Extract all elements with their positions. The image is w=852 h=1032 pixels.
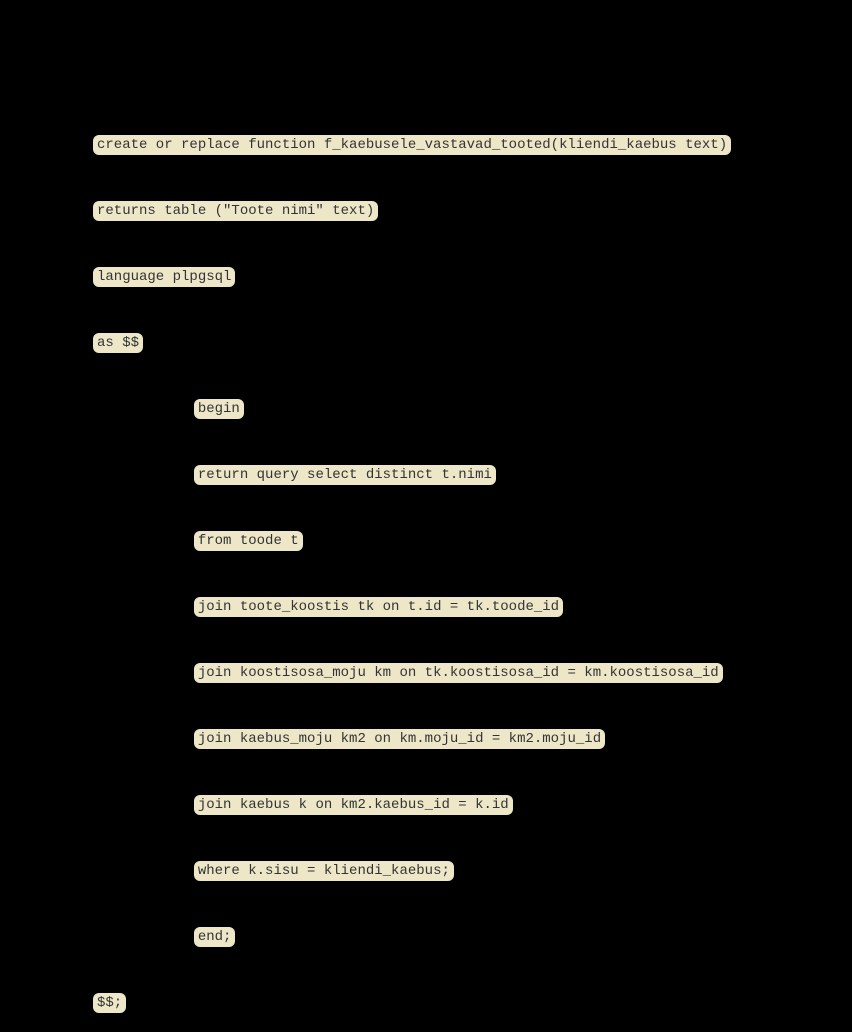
indent — [93, 728, 194, 750]
code-line: join kaebus_moju km2 on km.moju_id = km2… — [93, 728, 731, 750]
code-line: where k.sisu = kliendi_kaebus; — [93, 860, 731, 882]
code-line: language plpgsql — [93, 266, 731, 288]
code-line: return query select distinct t.nimi — [93, 464, 731, 486]
indent — [93, 926, 194, 948]
code-text: from toode t — [194, 531, 303, 551]
code-text: end; — [194, 927, 236, 947]
code-line: join kaebus k on km2.kaebus_id = k.id — [93, 794, 731, 816]
code-text: returns table ("Toote nimi" text) — [93, 201, 378, 221]
code-text: return query select distinct t.nimi — [194, 465, 496, 485]
indent — [93, 596, 194, 618]
code-text: begin — [194, 399, 244, 419]
code-line: join toote_koostis tk on t.id = tk.toode… — [93, 596, 731, 618]
indent — [93, 860, 194, 882]
code-text: join kaebus k on km2.kaebus_id = k.id — [194, 795, 513, 815]
code-line: as $$ — [93, 332, 731, 354]
code-line: join koostisosa_moju km on tk.koostisosa… — [93, 662, 731, 684]
indent — [93, 398, 194, 420]
code-text: join toote_koostis tk on t.id = tk.toode… — [194, 597, 563, 617]
indent — [93, 662, 194, 684]
code-text: $$; — [93, 993, 126, 1013]
code-text: language plpgsql — [93, 267, 235, 287]
code-line: returns table ("Toote nimi" text) — [93, 200, 731, 222]
code-line: create or replace function f_kaebusele_v… — [93, 134, 731, 156]
indent — [93, 464, 194, 486]
code-text: where k.sisu = kliendi_kaebus; — [194, 861, 454, 881]
code-text: join koostisosa_moju km on tk.koostisosa… — [194, 663, 723, 683]
code-line: from toode t — [93, 530, 731, 552]
code-line: begin — [93, 398, 731, 420]
code-text: join kaebus_moju km2 on km.moju_id = km2… — [194, 729, 605, 749]
code-block: create or replace function f_kaebusele_v… — [93, 90, 731, 1032]
indent — [93, 794, 194, 816]
indent — [93, 530, 194, 552]
code-line: end; — [93, 926, 731, 948]
code-line: $$; — [93, 992, 731, 1014]
code-text: as $$ — [93, 333, 143, 353]
code-text: create or replace function f_kaebusele_v… — [93, 135, 731, 155]
